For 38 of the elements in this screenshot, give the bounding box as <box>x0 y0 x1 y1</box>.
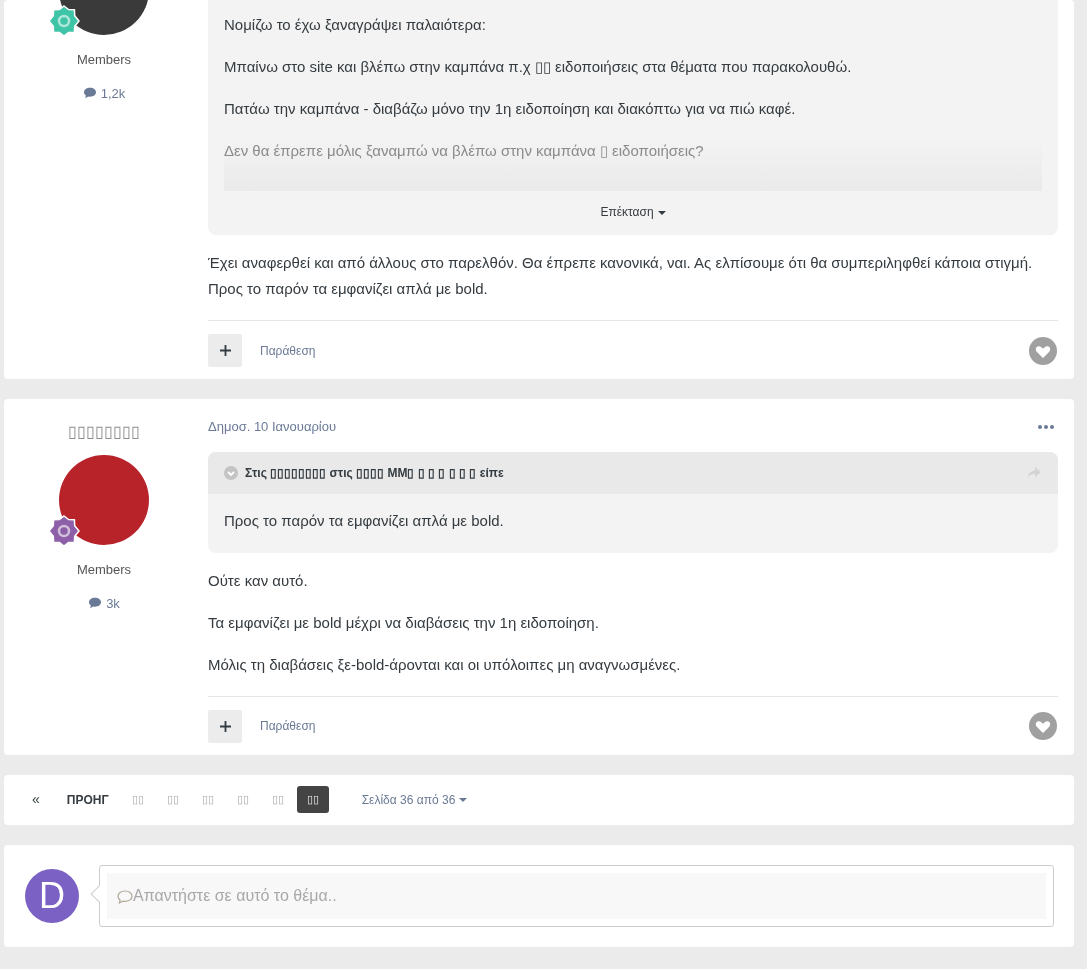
previous-page-button[interactable]: ΠΡΟΗΓ <box>56 785 119 814</box>
quote-link[interactable]: Παράθεση <box>260 341 316 360</box>
quote-text: Προς το παρόν τα εμφανίζει απλά με bold. <box>224 510 505 531</box>
post-date: Δημοσ. 10 Ιανουαρίου <box>208 418 337 436</box>
collapse-chevron-icon[interactable] <box>224 465 238 480</box>
expand-button[interactable]: Επέκταση <box>600 191 666 235</box>
post-count: 1,2k <box>100 84 126 103</box>
add-quote-button[interactable] <box>208 334 242 367</box>
quote-citation: Στις ▯▯▯▯▯▯▯▯ στις ▯▯▯▯ ΜΜ▯ ▯ ▯ ▯ ▯ ▯ ▯ είπε <box>245 464 504 482</box>
page-jump-dropdown[interactable]: Σελίδα 36 από 36 <box>355 789 474 810</box>
page-number[interactable]: ▯▯ <box>121 786 154 813</box>
member-group: Members <box>76 50 132 70</box>
post-text: Τα εμφανίζει με bold μέχρι να διαβάσεις την 1η ειδοποίηση. <box>208 612 600 633</box>
first-page-button[interactable]: « <box>22 784 54 815</box>
member-group: Members <box>76 560 132 580</box>
comment-icon <box>117 889 133 904</box>
username: ▯▯▯▯▯▯▯▯ <box>68 422 140 442</box>
quote-text: Μπαίνω στο site και βλέπω στην καμπάνα π.χ ▯▯ ειδοποιήσεις στα θέματα που παρακολουθώ. <box>224 57 853 77</box>
user-avatar: D <box>25 868 79 923</box>
plus-icon <box>219 345 231 356</box>
page-number[interactable]: ▯▯ <box>261 786 294 813</box>
page-number[interactable]: ▯▯ <box>226 786 259 813</box>
post-text: Μόλις τη διαβάσεις ξε-bold-άρονται και οι υπόλοιπες μη αναγνωσμένες. <box>208 654 682 675</box>
plus-icon <box>219 720 231 732</box>
post-count: 3k <box>106 594 120 613</box>
add-quote-button[interactable] <box>208 709 242 743</box>
post-text: Έχει αναφερθεί και από άλλους στο παρελθόν. Θα έπρεπε κανονικά, ναι. Ας ελπίσουμε ότι θα συμπεριληφθεί κάποια στιγμή. Προς το παρόν τα εμφανίζει απλά με bold. <box>208 253 1034 299</box>
page-number[interactable]: ▯▯ <box>191 786 224 813</box>
more-options-icon[interactable] <box>1038 424 1054 429</box>
reply-field[interactable]: Απαντήστε σε αυτό το θέμα.. <box>107 872 1046 919</box>
quote-text: Πατάω την καμπάνα - διαβάζω μόνο την 1η ειδοποίηση και διακόπτω για να πιώ καφέ. <box>224 99 797 119</box>
comment-icon <box>88 597 103 610</box>
quote-text: Νομίζω το έχω ξαναγράψει παλαιότερα: <box>224 15 487 35</box>
post-text: Ούτε καν αυτό. <box>208 570 309 591</box>
page-number[interactable]: ▯▯ <box>156 786 189 813</box>
comment-icon <box>82 87 97 100</box>
quote-link[interactable]: Παράθεση <box>260 717 316 735</box>
page-number[interactable]: ▯▯ <box>296 786 329 813</box>
